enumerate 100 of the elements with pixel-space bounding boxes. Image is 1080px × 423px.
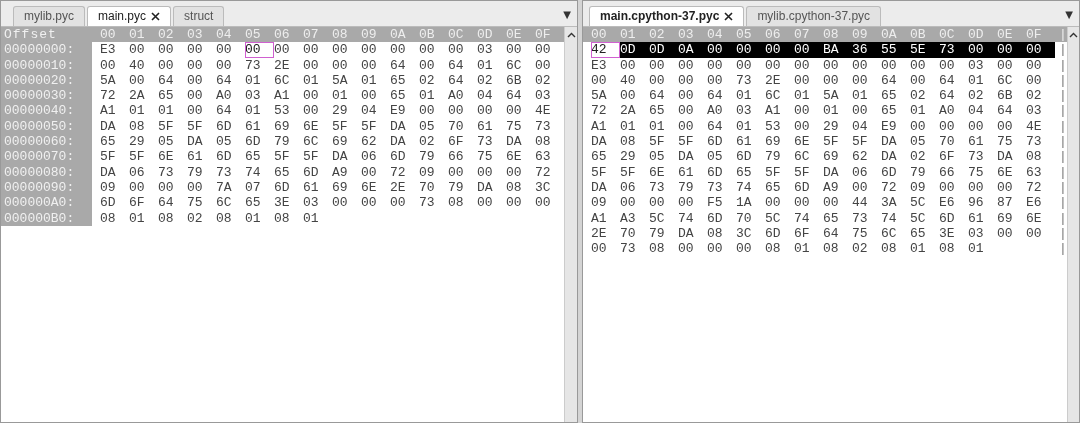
- hex-byte: DA: [997, 149, 1014, 165]
- hex-byte: 01: [129, 210, 146, 226]
- row-offset: 000000A0:: [1, 195, 92, 211]
- hex-byte: 73: [535, 118, 552, 135]
- ascii-column-edge: |: [1059, 225, 1067, 242]
- hex-byte: 74: [736, 179, 753, 196]
- hex-byte: 6E: [506, 149, 523, 165]
- hex-byte: 08: [506, 179, 523, 196]
- hex-byte: 74: [881, 210, 898, 226]
- file-tab[interactable]: struct: [173, 6, 225, 26]
- hex-byte: F5: [707, 195, 724, 211]
- hex-byte: A9: [332, 164, 349, 180]
- hex-byte: 00: [939, 179, 956, 196]
- hex-byte: 55: [881, 42, 910, 58]
- hex-byte: 00: [852, 57, 869, 73]
- hex-byte: 02: [535, 72, 552, 89]
- scroll-up-icon[interactable]: [1069, 32, 1078, 38]
- hex-byte: 00: [419, 57, 436, 73]
- column-heading: 00: [100, 27, 117, 43]
- hex-byte: 08: [620, 134, 637, 150]
- hex-byte: 64: [448, 57, 465, 73]
- hex-byte: 0D: [620, 42, 649, 58]
- hex-byte: 5A: [823, 88, 840, 104]
- close-icon[interactable]: [724, 11, 734, 21]
- hex-byte: DA: [591, 134, 608, 150]
- hex-byte: 65: [649, 103, 666, 119]
- hex-byte: 6D: [303, 164, 320, 180]
- hex-byte: 08: [939, 241, 956, 257]
- hex-byte: 01: [823, 103, 840, 119]
- column-heading: 08: [332, 27, 349, 43]
- hex-byte: 63: [1026, 164, 1043, 180]
- scrollbar[interactable]: [1067, 27, 1079, 422]
- hex-byte: A1: [591, 118, 608, 135]
- hex-byte: 6C: [997, 72, 1014, 89]
- hex-byte: 08: [881, 241, 898, 257]
- hex-byte: 09: [910, 179, 927, 196]
- file-tab[interactable]: main.pyc: [87, 6, 172, 26]
- hex-byte: 44: [852, 195, 869, 211]
- file-tab[interactable]: main.cpython-37.pyc: [589, 6, 745, 26]
- hex-byte: 5F: [649, 134, 666, 150]
- hex-byte: DA: [100, 118, 117, 135]
- hex-byte: 74: [678, 210, 695, 226]
- close-icon[interactable]: [151, 11, 161, 21]
- hex-byte: DA: [823, 164, 840, 180]
- hex-byte: A0: [216, 88, 233, 104]
- hex-byte: 64: [216, 72, 233, 89]
- hex-byte: 6D: [390, 149, 407, 165]
- hex-byte: 00: [245, 42, 274, 58]
- hex-byte: 00: [129, 179, 146, 196]
- column-heading: 07: [794, 27, 811, 43]
- hex-byte: 5F: [187, 118, 204, 135]
- hex-byte: 70: [939, 134, 956, 150]
- hex-byte: 00: [852, 179, 869, 196]
- hex-byte: 03: [968, 225, 985, 242]
- hex-byte: 64: [997, 103, 1014, 119]
- hex-byte: 00: [332, 57, 349, 73]
- hex-byte: DA: [390, 118, 407, 135]
- hex-byte: 6B: [997, 88, 1014, 104]
- hex-byte: 09: [419, 164, 436, 180]
- hex-byte: 00: [1026, 225, 1043, 242]
- hex-byte: 79: [910, 164, 927, 180]
- scroll-up-icon[interactable]: [566, 32, 576, 38]
- hex-byte: 72: [100, 88, 117, 104]
- hex-byte: 6D: [216, 149, 233, 165]
- hex-byte: 00: [794, 72, 811, 89]
- hex-byte: 00: [823, 57, 840, 73]
- hex-byte: E6: [939, 195, 956, 211]
- hex-byte: 3E: [939, 225, 956, 242]
- file-tab[interactable]: mylib.cpython-37.pyc: [746, 6, 882, 26]
- scrollbar[interactable]: [564, 27, 577, 422]
- hex-byte: DA: [390, 134, 407, 150]
- hex-byte: 01: [129, 103, 146, 119]
- hex-byte: 02: [910, 149, 927, 165]
- hex-byte: 72: [1026, 179, 1043, 196]
- hex-byte: 6D: [707, 210, 724, 226]
- hex-byte: 73: [419, 195, 436, 211]
- hex-byte: 00: [736, 42, 765, 58]
- hex-byte: 75: [506, 118, 523, 135]
- hex-byte: 03: [303, 195, 320, 211]
- hex-byte: 00: [591, 72, 608, 89]
- hex-byte: 00: [448, 164, 465, 180]
- row-offset: 00000040:: [1, 103, 92, 119]
- hex-byte: 79: [765, 149, 782, 165]
- hex-byte: 29: [620, 149, 637, 165]
- hex-byte: 08: [129, 118, 146, 135]
- column-heading: 0A: [390, 27, 407, 43]
- hex-byte: 00: [361, 164, 378, 180]
- column-heading: 0E: [997, 27, 1014, 43]
- hex-byte: 00: [187, 179, 204, 196]
- tab-menu-button[interactable]: ▼: [1059, 9, 1079, 26]
- tab-menu-button[interactable]: ▼: [557, 9, 577, 26]
- hex-byte: 00: [216, 57, 233, 73]
- ascii-column-edge: |: [1059, 241, 1067, 257]
- hex-byte: DA: [881, 149, 898, 165]
- hex-byte: 07: [245, 179, 262, 196]
- hex-byte: 00: [535, 57, 552, 73]
- hex-byte: 64: [707, 118, 724, 135]
- hex-byte: 65: [245, 195, 262, 211]
- file-tab[interactable]: mylib.pyc: [13, 6, 85, 26]
- hex-byte: 00: [419, 42, 436, 58]
